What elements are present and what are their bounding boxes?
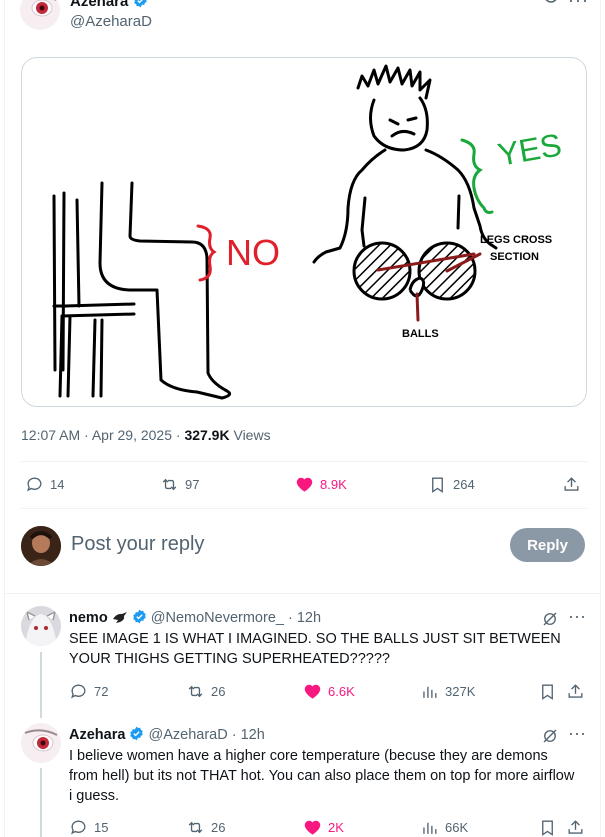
author-handle[interactable]: @AzeharaD [70,13,152,30]
reply-button[interactable]: 72 [69,682,108,701]
reply-button[interactable]: 14 [25,475,64,494]
reply-avatar-nemo[interactable] [21,606,61,646]
reply-author-name[interactable]: Azehara [69,727,125,743]
reply-header: Azehara @AzeharaD · 12h [69,726,265,743]
thread-line [40,768,42,837]
reply-author-name[interactable]: nemo [69,610,108,626]
heart-icon [304,684,321,699]
views-button[interactable]: 66K [420,818,468,837]
repost-button[interactable]: 26 [186,682,225,701]
balls-label: BALLS [402,328,439,340]
person-front-drawing [312,64,498,264]
reply-time[interactable]: · 12h [288,610,321,626]
author-avatar[interactable] [20,0,60,30]
crow-emoji-icon [112,610,128,624]
reply-submit-button[interactable]: Reply [510,528,585,562]
like-button[interactable]: 2K [303,818,344,837]
divider [21,461,587,462]
yes-label: YES [495,126,564,173]
post-timestamp[interactable]: 12:07 AM · Apr 29, 2025 · 327.9K Views [21,427,271,443]
verified-badge-icon [132,609,146,624]
repost-icon [188,821,203,834]
thread-line [40,652,42,718]
author-name[interactable]: Azehara [70,0,148,10]
reply-header: nemo @NemoNevermore_ · 12h [69,609,321,626]
more-icon[interactable]: ··· [568,0,589,11]
reply-icon [27,477,42,492]
no-label: NO [226,232,280,273]
bookmark-icon [432,477,443,493]
reply-text: SEE IMAGE 1 IS WHAT I IMAGINED. SO THE B… [69,631,561,667]
share-icon [564,477,579,491]
reply-time[interactable]: · 12h [232,727,265,743]
repost-button[interactable]: 97 [160,475,199,494]
heart-icon [296,477,313,492]
share-icon [568,684,583,698]
yes-bracket-drawing [460,138,494,214]
share-button[interactable] [566,682,585,701]
share-button[interactable] [562,475,581,494]
reply-author-handle[interactable]: @AzeharaD [148,727,227,743]
more-icon[interactable]: ··· [568,723,586,744]
reply-author-handle[interactable]: @NemoNevermore_ [151,610,284,626]
bookmark-button[interactable]: 264 [428,475,475,494]
share-button[interactable] [566,818,585,837]
left-border [4,0,5,837]
views-icon [423,822,437,834]
views-icon [423,686,437,698]
share-icon [568,820,583,834]
repost-button[interactable]: 26 [186,818,225,837]
heart-icon [304,820,321,835]
views-button[interactable]: 327K [420,682,475,701]
like-button[interactable]: 8.9K [295,475,347,494]
repost-icon [162,478,177,491]
right-border [600,0,601,837]
reply-input[interactable]: Post your reply [71,533,204,556]
like-button[interactable]: 6.6K [303,682,355,701]
bookmark-button[interactable] [538,682,557,701]
reply-avatar-azehara[interactable] [21,723,61,763]
divider [21,508,587,509]
bookmark-button[interactable] [538,818,557,837]
user-avatar[interactable] [21,526,61,566]
bookmark-icon [542,684,553,700]
reply-text: I believe women have a higher core tempe… [69,748,575,804]
left-thigh-section [352,241,412,301]
verified-badge-icon [130,726,144,741]
reply-icon [71,820,86,835]
verified-badge-icon [133,0,147,8]
chair-figure-drawing [52,181,232,400]
legs-cross-label-2: SECTION [490,251,539,263]
post-image[interactable]: NO LEGS CROSS SECTION BALLS YES [21,57,587,407]
views-count: 327.9K [184,427,230,443]
bookmark-icon [542,820,553,836]
more-icon[interactable]: ··· [568,606,586,627]
divider [5,593,600,594]
reply-icon [71,684,86,699]
legs-cross-label-1: LEGS CROSS [480,234,552,246]
reply-button[interactable]: 15 [69,818,108,837]
grok-icon[interactable] [541,0,561,8]
views-label: Views [229,427,271,443]
repost-icon [188,685,203,698]
drawing-image: NO LEGS CROSS SECTION BALLS YES [52,64,564,400]
